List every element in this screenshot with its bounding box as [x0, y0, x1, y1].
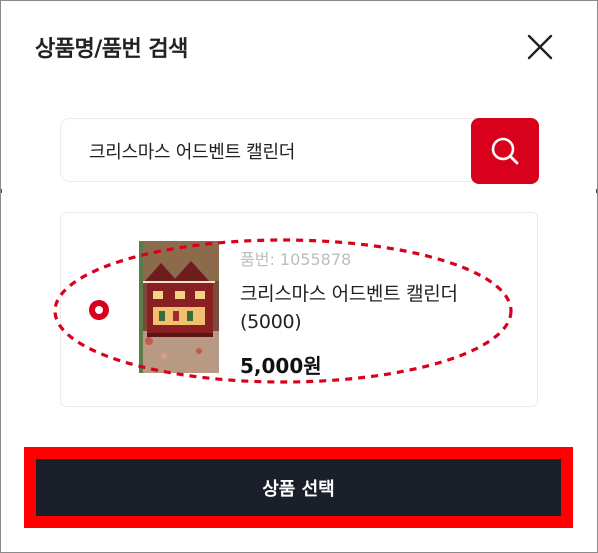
select-product-button[interactable]: 상품 선택 — [36, 459, 561, 516]
edge-mark-right — [596, 189, 597, 193]
item-code: 품번: 1055878 — [240, 250, 352, 269]
product-thumbnail — [139, 241, 219, 373]
search-icon — [491, 137, 519, 165]
search-button[interactable] — [471, 118, 539, 184]
search-input[interactable] — [89, 133, 469, 169]
item-name: 크리스마스 어드벤트 캘린더 (5000) — [240, 283, 458, 333]
close-icon — [527, 34, 553, 60]
radio-selected-icon[interactable] — [89, 300, 109, 320]
edge-mark-left — [1, 189, 2, 193]
modal-title: 상품명/품번 검색 — [35, 37, 188, 62]
close-button[interactable] — [524, 31, 556, 63]
item-price: 5,000원 — [240, 354, 322, 378]
search-box — [60, 118, 538, 182]
